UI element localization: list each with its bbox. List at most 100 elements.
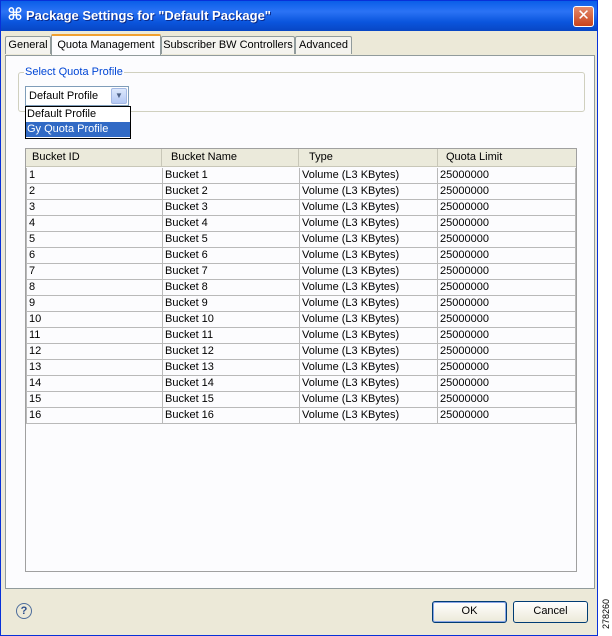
bucket-id-cell: 13 <box>26 360 163 375</box>
column-header-quota-limit[interactable]: Quota Limit <box>438 149 576 167</box>
table-row[interactable]: 10 Bucket 10 Volume (L3 KBytes) 25000000 <box>26 312 576 328</box>
title-bar[interactable]: ⌘ Package Settings for "Default Package"… <box>1 1 597 31</box>
bucket-id-cell: 4 <box>26 216 163 231</box>
bucket-id-cell: 6 <box>26 248 163 263</box>
type-cell: Volume (L3 KBytes) <box>300 200 438 215</box>
bucket-name-cell: Bucket 10 <box>163 312 300 327</box>
bucket-id-cell: 16 <box>26 408 163 423</box>
table-row[interactable]: 15 Bucket 15 Volume (L3 KBytes) 25000000 <box>26 392 576 408</box>
type-cell: Volume (L3 KBytes) <box>300 344 438 359</box>
quota-limit-cell: 25000000 <box>438 232 576 247</box>
quota-limit-cell: 25000000 <box>438 248 576 263</box>
table-row[interactable]: 16 Bucket 16 Volume (L3 KBytes) 25000000 <box>26 408 576 424</box>
chevron-down-icon[interactable]: ▼ <box>111 88 127 104</box>
table-row[interactable]: 8 Bucket 8 Volume (L3 KBytes) 25000000 <box>26 280 576 296</box>
type-cell: Volume (L3 KBytes) <box>300 408 438 423</box>
bucket-id-cell: 8 <box>26 280 163 295</box>
bucket-name-cell: Bucket 16 <box>163 408 300 423</box>
table-row[interactable]: 1 Bucket 1 Volume (L3 KBytes) 25000000 <box>26 168 576 184</box>
bucket-name-cell: Bucket 8 <box>163 280 300 295</box>
ok-button[interactable]: OK <box>432 601 507 623</box>
quota-profile-group-label: Select Quota Profile <box>24 66 124 78</box>
bucket-name-cell: Bucket 1 <box>163 168 300 183</box>
quota-limit-cell: 25000000 <box>438 296 576 311</box>
close-button[interactable]: ✕ <box>573 6 594 27</box>
bucket-id-cell: 1 <box>26 168 163 183</box>
type-cell: Volume (L3 KBytes) <box>300 376 438 391</box>
bucket-id-cell: 15 <box>26 392 163 407</box>
type-cell: Volume (L3 KBytes) <box>300 168 438 183</box>
table-rows: 1 Bucket 1 Volume (L3 KBytes) 25000000 2 Buc… <box>26 168 576 424</box>
type-cell: Volume (L3 KBytes) <box>300 248 438 263</box>
type-cell: Volume (L3 KBytes) <box>300 280 438 295</box>
bucket-id-cell: 2 <box>26 184 163 199</box>
quota-limit-cell: 25000000 <box>438 216 576 231</box>
type-cell: Volume (L3 KBytes) <box>300 232 438 247</box>
package-settings-dialog: ⌘ Package Settings for "Default Package"… <box>0 0 598 636</box>
column-header-type[interactable]: Type <box>299 149 438 167</box>
help-icon[interactable]: ? <box>16 603 32 619</box>
quota-management-panel: Select Quota Profile Default Profile ▼ B… <box>5 55 595 589</box>
table-header: Bucket ID Bucket Name Type Quota Limit <box>26 149 576 167</box>
window-title: Package Settings for "Default Package" <box>26 8 271 23</box>
quota-profile-select[interactable]: Default Profile ▼ <box>25 86 129 106</box>
bucket-name-cell: Bucket 3 <box>163 200 300 215</box>
bucket-id-cell: 10 <box>26 312 163 327</box>
dropdown-option-default-profile[interactable]: Default Profile <box>26 107 130 122</box>
bucket-id-cell: 5 <box>26 232 163 247</box>
quota-limit-cell: 25000000 <box>438 376 576 391</box>
type-cell: Volume (L3 KBytes) <box>300 216 438 231</box>
quota-limit-cell: 25000000 <box>438 328 576 343</box>
bucket-id-cell: 7 <box>26 264 163 279</box>
bucket-name-cell: Bucket 6 <box>163 248 300 263</box>
table-row[interactable]: 6 Bucket 6 Volume (L3 KBytes) 25000000 <box>26 248 576 264</box>
cancel-button[interactable]: Cancel <box>513 601 588 623</box>
column-header-bucket-id[interactable]: Bucket ID <box>26 149 162 167</box>
bucket-id-cell: 3 <box>26 200 163 215</box>
tab-advanced[interactable]: Advanced <box>295 36 352 54</box>
table-row[interactable]: 2 Bucket 2 Volume (L3 KBytes) 25000000 <box>26 184 576 200</box>
type-cell: Volume (L3 KBytes) <box>300 184 438 199</box>
type-cell: Volume (L3 KBytes) <box>300 264 438 279</box>
quota-limit-cell: 25000000 <box>438 200 576 215</box>
dropdown-option-gy-quota-profile[interactable]: Gy Quota Profile <box>26 122 130 137</box>
tab-subscriber-bw-controllers[interactable]: Subscriber BW Controllers <box>161 36 295 54</box>
quota-profile-dropdown-list: Default Profile Gy Quota Profile <box>25 106 131 139</box>
quota-limit-cell: 25000000 <box>438 184 576 199</box>
cisco-command-icon: ⌘ <box>7 5 23 24</box>
bucket-name-cell: Bucket 13 <box>163 360 300 375</box>
table-row[interactable]: 12 Bucket 12 Volume (L3 KBytes) 25000000 <box>26 344 576 360</box>
column-header-bucket-name[interactable]: Bucket Name <box>162 149 299 167</box>
table-row[interactable]: 7 Bucket 7 Volume (L3 KBytes) 25000000 <box>26 264 576 280</box>
table-row[interactable]: 5 Bucket 5 Volume (L3 KBytes) 25000000 <box>26 232 576 248</box>
table-row[interactable]: 11 Bucket 11 Volume (L3 KBytes) 25000000 <box>26 328 576 344</box>
type-cell: Volume (L3 KBytes) <box>300 392 438 407</box>
tab-quota-management[interactable]: Quota Management <box>51 34 161 55</box>
quota-profile-selected-value: Default Profile <box>29 90 99 102</box>
table-row[interactable]: 13 Bucket 13 Volume (L3 KBytes) 25000000 <box>26 360 576 376</box>
bucket-name-cell: Bucket 4 <box>163 216 300 231</box>
table-row[interactable]: 14 Bucket 14 Volume (L3 KBytes) 25000000 <box>26 376 576 392</box>
quota-limit-cell: 25000000 <box>438 392 576 407</box>
quota-limit-cell: 25000000 <box>438 360 576 375</box>
type-cell: Volume (L3 KBytes) <box>300 360 438 375</box>
quota-limit-cell: 25000000 <box>438 264 576 279</box>
figure-id-label: 278260 <box>601 595 612 629</box>
type-cell: Volume (L3 KBytes) <box>300 312 438 327</box>
bucket-name-cell: Bucket 5 <box>163 232 300 247</box>
quota-limit-cell: 25000000 <box>438 408 576 423</box>
quota-limit-cell: 25000000 <box>438 312 576 327</box>
bucket-name-cell: Bucket 15 <box>163 392 300 407</box>
table-row[interactable]: 4 Bucket 4 Volume (L3 KBytes) 25000000 <box>26 216 576 232</box>
bucket-id-cell: 11 <box>26 328 163 343</box>
quota-limit-cell: 25000000 <box>438 280 576 295</box>
quota-limit-cell: 25000000 <box>438 344 576 359</box>
table-row[interactable]: 3 Bucket 3 Volume (L3 KBytes) 25000000 <box>26 200 576 216</box>
bucket-name-cell: Bucket 7 <box>163 264 300 279</box>
type-cell: Volume (L3 KBytes) <box>300 328 438 343</box>
tab-general[interactable]: General <box>5 36 51 54</box>
bucket-name-cell: Bucket 12 <box>163 344 300 359</box>
figure-id-text: 278260 <box>601 598 611 629</box>
bucket-id-cell: 9 <box>26 296 163 311</box>
table-row[interactable]: 9 Bucket 9 Volume (L3 KBytes) 25000000 <box>26 296 576 312</box>
